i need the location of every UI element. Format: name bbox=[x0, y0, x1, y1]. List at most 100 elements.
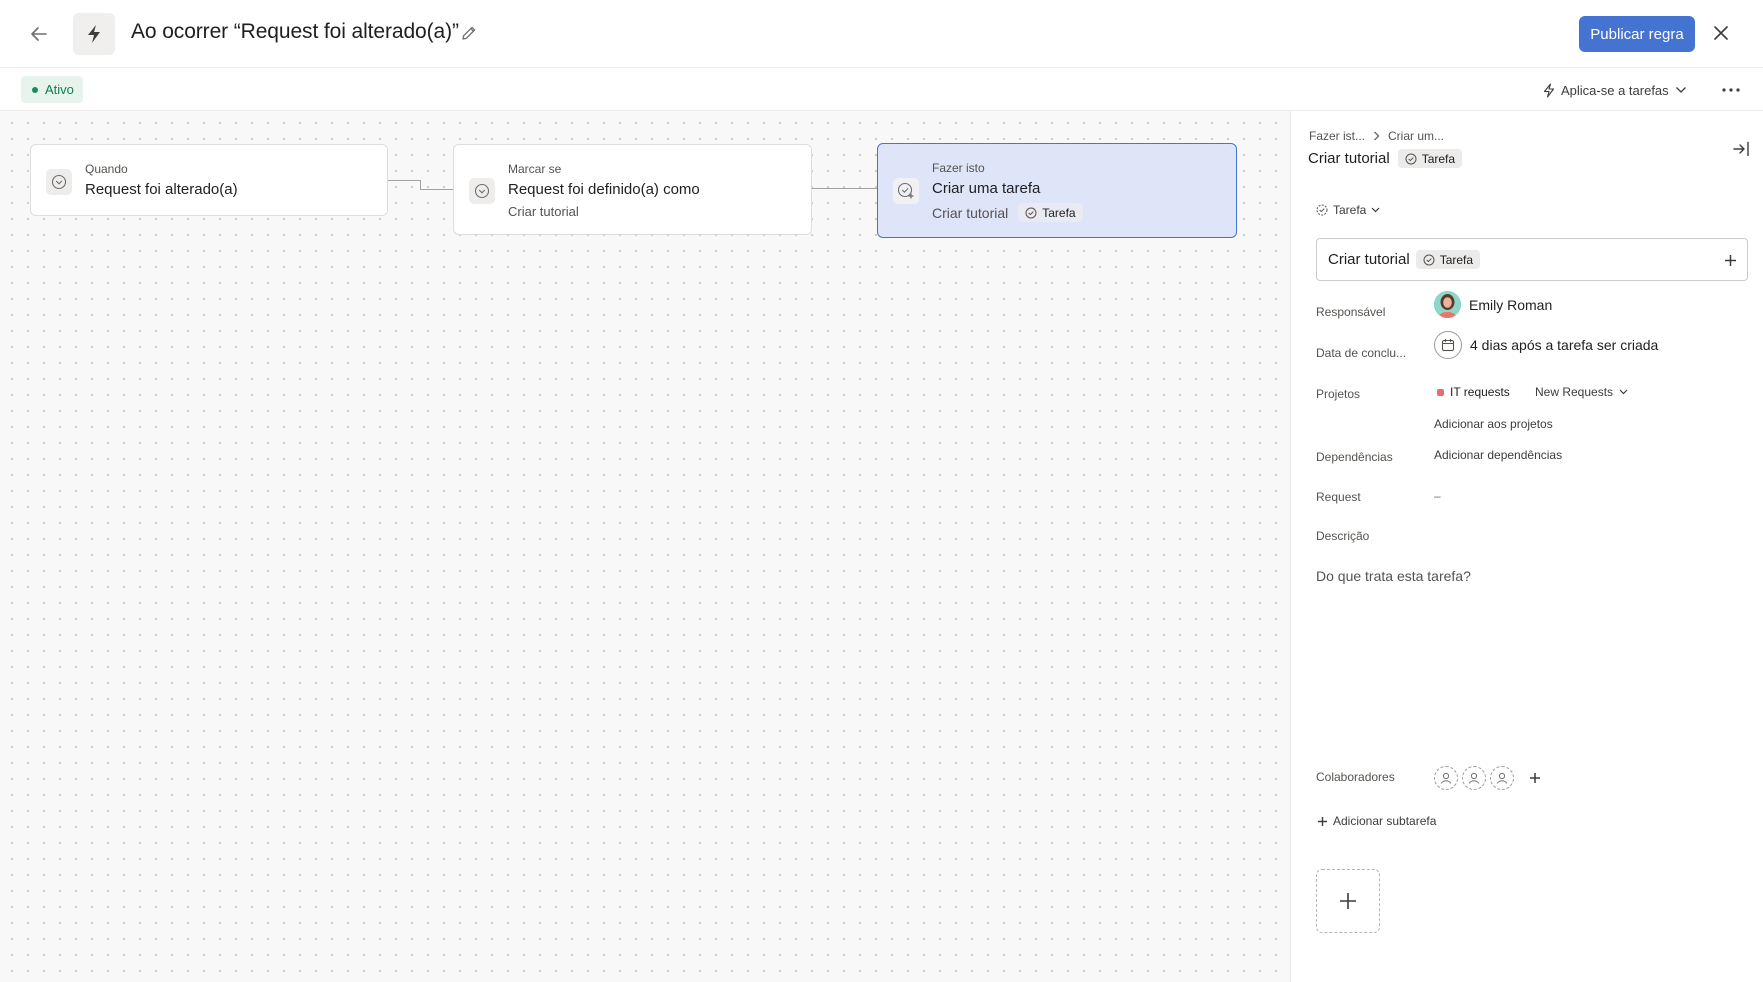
edit-title-button[interactable] bbox=[460, 24, 480, 44]
due-date-field[interactable]: 4 dias após a tarefa ser criada bbox=[1434, 331, 1658, 359]
pencil-icon bbox=[462, 26, 476, 40]
breadcrumb-item[interactable]: Fazer ist... bbox=[1309, 129, 1365, 143]
plus-icon bbox=[1340, 893, 1356, 909]
close-icon bbox=[1714, 26, 1728, 40]
trigger-node[interactable]: Quando Request foi alterado(a) bbox=[30, 144, 388, 216]
assignee-name: Emily Roman bbox=[1469, 296, 1553, 313]
collaborators-label: Colaboradores bbox=[1316, 770, 1395, 784]
calendar-icon bbox=[1434, 331, 1462, 359]
empty-collaborator-icon[interactable] bbox=[1462, 766, 1486, 790]
item-type-label: Tarefa bbox=[1333, 203, 1367, 217]
connector-line bbox=[420, 180, 421, 189]
task-tag: Tarefa bbox=[1415, 250, 1481, 269]
rule-title: Ao ocorrer “Request foi alterado(a)” bbox=[131, 20, 459, 43]
node-title: Request foi definido(a) como bbox=[508, 181, 700, 198]
applies-to-dropdown[interactable]: Aplica-se a tarefas bbox=[1543, 79, 1687, 101]
project-name: IT requests bbox=[1450, 385, 1510, 399]
due-date-label: Data de conclu... bbox=[1316, 346, 1407, 360]
more-options-button[interactable] bbox=[1718, 79, 1744, 101]
task-tag-label: Tarefa bbox=[1439, 252, 1474, 267]
action-node[interactable]: Fazer isto Criar uma tarefa Criar tutori… bbox=[877, 143, 1237, 238]
task-tag: Tarefa bbox=[1397, 149, 1463, 168]
breadcrumb-item[interactable]: Criar um... bbox=[1388, 129, 1444, 143]
assignee-field[interactable]: Emily Roman bbox=[1434, 291, 1552, 318]
request-label: Request bbox=[1316, 490, 1361, 504]
project-color-dot bbox=[1437, 388, 1444, 396]
check-circle-icon bbox=[1423, 254, 1435, 265]
due-date-value: 4 dias após a tarefa ser criada bbox=[1470, 337, 1659, 353]
node-subtitle-text: Criar tutorial bbox=[932, 204, 1009, 221]
add-subtask-label: Adicionar subtarefa bbox=[1333, 814, 1437, 828]
chevron-down-icon bbox=[1619, 389, 1628, 395]
node-subtitle-text: Criar tutorial bbox=[508, 204, 579, 219]
action-details-panel: Fazer ist... Criar um... Criar tutorial … bbox=[1290, 111, 1763, 982]
check-circle-icon bbox=[1025, 207, 1037, 218]
node-label: Marcar se bbox=[508, 162, 562, 176]
project-section-dropdown[interactable]: New Requests bbox=[1535, 385, 1628, 399]
insert-variable-button[interactable] bbox=[1720, 250, 1740, 270]
node-label: Quando bbox=[85, 162, 128, 176]
sub-header: Ativo Aplica-se a tarefas bbox=[0, 69, 1763, 111]
lightning-outline-icon bbox=[1543, 82, 1555, 98]
plus-icon bbox=[1530, 773, 1540, 783]
collaborators-list bbox=[1434, 766, 1546, 790]
close-button[interactable] bbox=[1710, 22, 1732, 44]
empty-collaborator-icon[interactable] bbox=[1434, 766, 1458, 790]
node-label: Fazer isto bbox=[932, 161, 985, 175]
task-name-value: Criar tutorial bbox=[1328, 251, 1410, 268]
rule-icon-box bbox=[73, 13, 115, 55]
publish-rule-button[interactable]: Publicar regra bbox=[1579, 16, 1695, 52]
task-tag: Tarefa bbox=[1018, 203, 1083, 222]
task-add-icon bbox=[893, 178, 919, 204]
request-value[interactable]: – bbox=[1434, 489, 1441, 503]
chevron-circle-icon bbox=[46, 169, 72, 195]
task-name-field[interactable]: Criar tutorial Tarefa bbox=[1316, 238, 1748, 281]
back-button[interactable] bbox=[26, 22, 52, 46]
arrow-left-icon bbox=[31, 27, 47, 41]
collapse-panel-button[interactable] bbox=[1731, 138, 1753, 160]
panel-title: Criar tutorial Tarefa bbox=[1308, 149, 1463, 168]
connector-line bbox=[812, 188, 878, 189]
projects-label: Projetos bbox=[1316, 387, 1361, 401]
collapse-right-icon bbox=[1733, 141, 1749, 157]
more-horizontal-icon bbox=[1722, 88, 1740, 92]
node-subtitle: Criar tutorial bbox=[508, 204, 579, 219]
node-subtitle: Criar tutorial Tarefa bbox=[932, 203, 1083, 222]
plus-icon bbox=[1724, 254, 1736, 266]
status-badge: Ativo bbox=[21, 76, 83, 103]
empty-collaborator-icon[interactable] bbox=[1490, 766, 1514, 790]
dependencies-label: Dependências bbox=[1316, 450, 1393, 464]
add-dependencies-link[interactable]: Adicionar dependências bbox=[1434, 448, 1562, 462]
connector-line bbox=[388, 180, 420, 181]
avatar bbox=[1434, 291, 1461, 318]
node-title: Request foi alterado(a) bbox=[85, 181, 238, 198]
add-collaborator-button[interactable] bbox=[1524, 767, 1546, 789]
condition-node[interactable]: Marcar se Request foi definido(a) como C… bbox=[453, 144, 812, 235]
workflow-canvas[interactable]: Quando Request foi alterado(a) Marcar se… bbox=[0, 111, 1290, 982]
breadcrumb: Fazer ist... Criar um... bbox=[1309, 129, 1444, 143]
node-title: Criar uma tarefa bbox=[932, 180, 1041, 197]
panel-title-text: Criar tutorial bbox=[1308, 150, 1390, 167]
top-header: Ao ocorrer “Request foi alterado(a)” Pub… bbox=[0, 0, 1763, 68]
description-input[interactable]: Do que trata esta tarefa? bbox=[1316, 568, 1471, 584]
project-section-name: New Requests bbox=[1535, 385, 1614, 399]
description-label: Descrição bbox=[1316, 529, 1370, 543]
connector-line bbox=[420, 189, 453, 190]
lightning-icon bbox=[88, 25, 100, 43]
check-circle-dashed-icon bbox=[1316, 204, 1328, 216]
plus-icon bbox=[1318, 816, 1327, 826]
chevron-right-icon bbox=[1374, 131, 1380, 141]
add-subtask-button[interactable]: Adicionar subtarefa bbox=[1317, 814, 1436, 828]
task-tag-label: Tarefa bbox=[1421, 151, 1456, 166]
chevron-down-icon bbox=[1371, 207, 1380, 213]
chevron-circle-icon bbox=[469, 178, 495, 204]
status-dot-icon bbox=[32, 86, 38, 93]
project-chip[interactable]: IT requests bbox=[1437, 385, 1510, 399]
add-to-projects-link[interactable]: Adicionar aos projetos bbox=[1434, 417, 1553, 431]
item-type-dropdown[interactable]: Tarefa bbox=[1316, 203, 1380, 217]
status-text: Ativo bbox=[45, 82, 74, 97]
check-circle-icon bbox=[1405, 153, 1417, 164]
applies-to-label: Aplica-se a tarefas bbox=[1561, 82, 1669, 98]
add-attachment-button[interactable] bbox=[1316, 869, 1380, 933]
assignee-label: Responsável bbox=[1316, 305, 1386, 319]
